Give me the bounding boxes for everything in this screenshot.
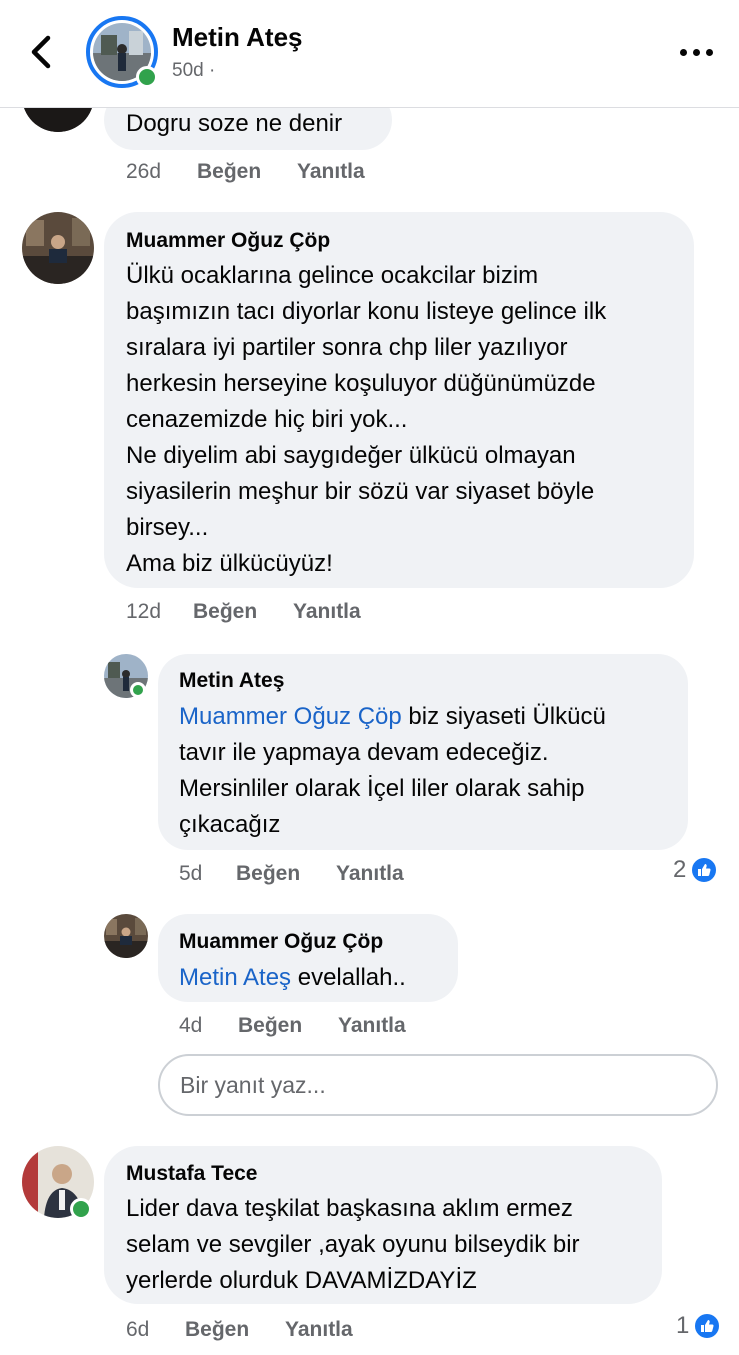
reply-text-line: Metin Ateş evelallah.. — [179, 964, 406, 991]
comment-author[interactable]: Muammer Oğuz Çöp — [126, 229, 330, 253]
reply-text-line: tavır ile yapmaya devam edeceğiz. — [179, 739, 549, 766]
comment-text-line: Ülkü ocaklarına gelince ocakcilar bizim — [126, 262, 539, 289]
mention-link[interactable]: Muammer Oğuz Çöp — [179, 703, 402, 730]
back-chevron-icon[interactable] — [26, 34, 58, 70]
thumbs-up-icon — [693, 1312, 722, 1340]
reaction-summary[interactable]: 1 — [676, 1312, 722, 1340]
online-status-dot — [136, 66, 158, 88]
avatar[interactable] — [104, 914, 148, 958]
avatar-photo-muammer — [22, 212, 94, 284]
like-button[interactable]: Beğen — [197, 160, 261, 184]
reply-input-placeholder: Bir yanıt yaz... — [180, 1071, 326, 1098]
comment-text-line: sıralara iyi partiler sonra chp liler ya… — [126, 334, 568, 361]
comment-text-line: cenazemizde hiç biri yok... — [126, 406, 408, 433]
reply-author[interactable]: Metin Ateş — [179, 669, 284, 693]
reply-text-line: Muammer Oğuz Çöp biz siyaseti Ülkücü — [179, 703, 606, 730]
reaction-count: 2 — [673, 856, 687, 883]
comment-text: Dogru soze ne denir — [126, 110, 343, 137]
comment-text-line: selam ve sevgiler ,ayak oyunu bilseydik … — [126, 1231, 580, 1258]
reply-time: 4d — [179, 1014, 203, 1037]
comment-text-line: Ne diyelim abi saygıdeğer ülkücü olmayan — [126, 442, 576, 469]
like-button[interactable]: Beğen — [238, 1014, 302, 1038]
comment-time: 12d — [126, 600, 162, 623]
avatar[interactable] — [22, 212, 94, 284]
comment-text-line: siyasilerin meşhur bir sözü var siyaset … — [126, 478, 595, 505]
thumbs-up-icon — [690, 856, 719, 884]
post-age: 50d · — [172, 60, 216, 81]
comment-text-line: birsey... — [126, 514, 209, 541]
more-options-icon[interactable] — [680, 42, 714, 62]
online-status-dot — [70, 1198, 92, 1220]
reply-button[interactable]: Yanıtla — [336, 862, 404, 886]
reply-button[interactable]: Yanıtla — [338, 1014, 406, 1038]
comment-time: 6d — [126, 1318, 150, 1341]
reply-text-line: çıkacağız — [179, 811, 281, 838]
reaction-summary[interactable]: 2 — [673, 856, 719, 884]
comment-time: 26d — [126, 160, 162, 183]
top-bar: Metin Ateş 50d · — [0, 0, 739, 108]
like-button[interactable]: Beğen — [185, 1318, 249, 1342]
reply-button[interactable]: Yanıtla — [285, 1318, 353, 1342]
like-button[interactable]: Beğen — [236, 862, 300, 886]
comment-author[interactable]: Mustafa Tece — [126, 1162, 258, 1186]
comment-text-line: Lider dava teşkilat başkasına aklım erme… — [126, 1195, 573, 1222]
comment-text-line: yerlerde olurduk DAVAMİZDAYİZ — [126, 1267, 477, 1294]
comment-text-line: Ama biz ülkücüyüz! — [126, 550, 333, 577]
online-status-dot — [130, 682, 146, 698]
comment-text-line: herkesin herseyine koşuluyor düğünümüzde — [126, 370, 596, 397]
like-button[interactable]: Beğen — [193, 600, 257, 624]
reply-text-line: Mersinliler olarak İçel liler olarak sah… — [179, 775, 585, 802]
reaction-count: 1 — [676, 1312, 690, 1339]
avatar-photo-muammer — [104, 914, 148, 958]
reply-button[interactable]: Yanıtla — [297, 160, 365, 184]
reply-button[interactable]: Yanıtla — [293, 600, 361, 624]
page-title[interactable]: Metin Ateş — [172, 22, 303, 53]
mention-link[interactable]: Metin Ateş — [179, 964, 291, 991]
reply-time: 5d — [179, 862, 203, 885]
reply-author[interactable]: Muammer Oğuz Çöp — [179, 930, 383, 954]
comment-text-line: başımızın tacı diyorlar konu listeye gel… — [126, 298, 607, 325]
reply-input[interactable]: Bir yanıt yaz... — [158, 1054, 718, 1116]
